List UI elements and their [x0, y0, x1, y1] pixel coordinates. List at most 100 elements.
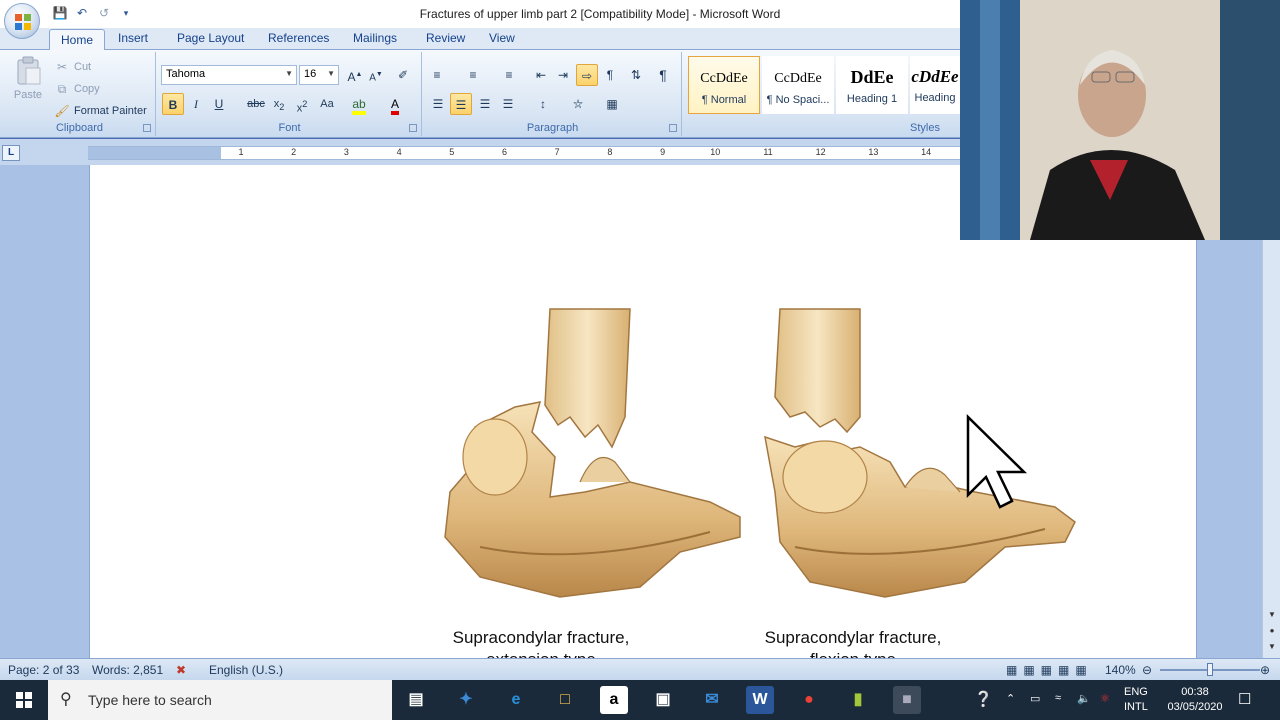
camtasia-icon[interactable]: ▮ — [844, 686, 872, 714]
font-name-select[interactable]: Tahoma ▼ — [161, 65, 297, 85]
styles-group: CcDdEe ¶ Normal CcDdEe ¶ No Spaci... DdEe H… — [684, 52, 960, 136]
line-spacing-button[interactable]: ↕ — [532, 93, 554, 115]
word-count[interactable]: Words: 2,851 — [92, 663, 163, 677]
highlight-button[interactable]: ab — [348, 93, 370, 115]
clipboard-dialog-launcher[interactable] — [143, 124, 151, 132]
notifications-icon[interactable]: ☐ — [1238, 690, 1251, 708]
edge-icon[interactable]: e — [502, 686, 530, 714]
recorder-icon[interactable]: ■ — [893, 686, 921, 714]
taskbar-search[interactable]: ⚲ Type here to search — [48, 680, 392, 720]
task-view-icon[interactable]: ▤ — [402, 686, 430, 714]
amazon-icon[interactable]: a — [600, 686, 628, 714]
search-icon: ⚲ — [60, 691, 72, 708]
vertical-scrollbar[interactable]: ▼ ● ▼ — [1262, 240, 1280, 658]
ruler-number: 1 — [238, 147, 244, 157]
tab-insert[interactable]: Insert — [118, 31, 148, 45]
flexion-type-elbow — [764, 308, 1076, 598]
show-hidden-icons[interactable]: ⌃ — [1006, 692, 1015, 705]
office-button[interactable] — [4, 3, 40, 39]
file-explorer-icon[interactable]: □ — [551, 686, 579, 714]
input-language[interactable]: ENG INTL — [1124, 685, 1148, 715]
proofing-icon[interactable]: ✖ — [176, 663, 186, 677]
ltr-button[interactable]: ⇨ — [576, 64, 598, 86]
bullets-button[interactable]: ≡ — [426, 64, 448, 86]
ltr-icon: ⇨ — [581, 69, 593, 83]
borders-button[interactable]: ▦ — [601, 93, 623, 115]
style-no-spacing[interactable]: CcDdEe ¶ No Spaci... — [762, 56, 834, 114]
highlighter-icon: ab — [352, 97, 366, 115]
app-tray-icon[interactable]: ⚛ — [1100, 692, 1110, 705]
copy-icon: ⧉ — [57, 82, 67, 96]
zoom-level[interactable]: 140% — [1105, 663, 1136, 677]
tab-selector-button[interactable]: L — [2, 145, 20, 161]
multilevel-list-button[interactable]: ≡ — [498, 64, 520, 86]
scroll-down-icon[interactable]: ▼ — [1265, 610, 1279, 624]
font-group-label: Font — [278, 122, 301, 134]
horizontal-ruler[interactable]: 1 2 3 4 5 6 7 8 9 10 11 12 13 14 — [88, 146, 960, 160]
webcam-overlay — [960, 0, 1280, 240]
help-icon[interactable]: ❔ — [974, 690, 993, 708]
font-dialog-launcher[interactable] — [409, 124, 417, 132]
italic-button[interactable]: I — [185, 93, 207, 115]
volume-icon[interactable]: 🔈 — [1077, 692, 1091, 705]
word-icon[interactable]: W — [746, 686, 774, 714]
font-size-select[interactable]: 16 ▼ — [299, 65, 339, 85]
underline-button[interactable]: U — [208, 93, 230, 115]
language-indicator[interactable]: English (U.S.) — [209, 663, 283, 677]
tab-page-layout[interactable]: Page Layout — [177, 31, 244, 45]
paragraph-dialog-launcher[interactable] — [669, 124, 677, 132]
page-count[interactable]: Page: 2 of 33 — [8, 663, 79, 677]
shading-button[interactable]: ⛦ — [567, 93, 589, 115]
cut-button[interactable]: ✂ Cut — [54, 59, 91, 75]
tab-home[interactable]: Home — [49, 29, 106, 50]
bold-button[interactable]: B — [162, 93, 184, 115]
tab-review[interactable]: Review — [426, 31, 465, 45]
numbering-button[interactable]: ≡ — [462, 64, 484, 86]
rtl-button[interactable]: ¶ — [599, 64, 621, 86]
change-case-button[interactable]: Aa — [316, 93, 338, 115]
app-icon-blue[interactable]: ✦ — [452, 686, 480, 714]
ruler-number: 14 — [921, 147, 932, 157]
sort-button[interactable]: ⇅ — [625, 64, 647, 86]
browse-object-icon[interactable]: ● — [1265, 626, 1279, 640]
center-button[interactable]: ☰ — [450, 93, 472, 115]
strikethrough-button[interactable]: abc — [245, 93, 267, 115]
view-buttons[interactable]: ▦▦▦▦▦ — [1006, 663, 1093, 677]
font-color-icon: A — [390, 97, 399, 115]
copy-button[interactable]: ⧉ Copy — [54, 81, 100, 97]
align-left-button[interactable]: ☰ — [427, 93, 449, 115]
font-color-button[interactable]: A — [384, 93, 406, 115]
clear-formatting-button[interactable]: ✐ — [392, 64, 414, 86]
style-normal[interactable]: CcDdEe ¶ Normal — [688, 56, 760, 114]
office-logo-icon — [15, 14, 31, 30]
align-right-button[interactable]: ☰ — [474, 93, 496, 115]
clock[interactable]: 00:38 03/05/2020 — [1160, 685, 1230, 715]
increase-indent-button[interactable]: ⇥ — [552, 64, 574, 86]
zoom-in-icon[interactable]: ⊕ — [1260, 663, 1270, 677]
justify-button[interactable]: ☰ — [497, 93, 519, 115]
format-painter-button[interactable]: 🖌 Format Painter — [54, 103, 146, 119]
next-page-icon[interactable]: ▼ — [1265, 642, 1279, 656]
decrease-indent-button[interactable]: ⇤ — [530, 64, 552, 86]
zoom-out-icon[interactable]: ⊖ — [1142, 663, 1152, 677]
windows-logo-icon — [16, 692, 32, 708]
zoom-slider-thumb[interactable] — [1207, 663, 1213, 676]
tab-view[interactable]: View — [489, 31, 515, 45]
paste-button[interactable]: Paste — [10, 56, 46, 112]
show-marks-button[interactable]: ¶ — [652, 64, 674, 86]
battery-icon[interactable]: ▭ — [1030, 692, 1040, 705]
tab-references[interactable]: References — [268, 31, 329, 45]
mail-icon[interactable]: ✉ — [698, 686, 726, 714]
shrink-font-button[interactable]: A▼ — [365, 64, 387, 86]
wifi-icon[interactable]: ≈ — [1055, 692, 1061, 704]
grow-font-button[interactable]: A▲ — [344, 64, 366, 86]
style-heading-1[interactable]: DdEe Heading 1 — [836, 56, 908, 114]
store-icon[interactable]: ▣ — [649, 686, 677, 714]
tab-mailings[interactable]: Mailings — [353, 31, 397, 45]
paragraph-group-label: Paragraph — [526, 122, 579, 134]
subscript-button[interactable]: x2 — [268, 93, 290, 115]
superscript-button[interactable]: x2 — [291, 93, 313, 115]
style-heading-2[interactable]: cDdEe Heading — [910, 56, 960, 114]
chrome-icon[interactable]: ● — [795, 686, 823, 714]
start-button[interactable] — [0, 680, 48, 720]
